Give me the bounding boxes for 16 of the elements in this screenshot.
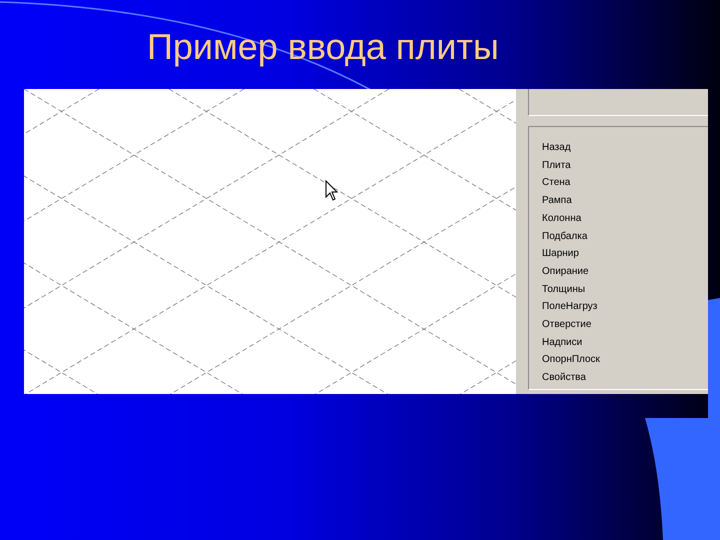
- slide-title: Пример ввода плиты: [146, 25, 500, 69]
- menu-item[interactable]: Шарнир: [542, 245, 579, 263]
- menu-item[interactable]: Надписи: [542, 334, 582, 352]
- menu-item[interactable]: Рампа: [542, 192, 572, 210]
- menu-item[interactable]: Толщины: [542, 280, 586, 298]
- menu-item[interactable]: Свойства: [542, 369, 586, 387]
- mouse-pointer-icon: [326, 180, 338, 201]
- menu-item[interactable]: Опирание: [542, 262, 589, 281]
- menu-item[interactable]: ОпорнПлоск: [542, 351, 600, 370]
- menu-item[interactable]: Назад: [542, 139, 571, 157]
- menu-item[interactable]: ПолеНагруз: [542, 298, 598, 316]
- menu-item[interactable]: Подбалка: [542, 228, 588, 246]
- menu-item[interactable]: Стена: [542, 174, 570, 192]
- menu-item[interactable]: Колонна: [542, 210, 582, 228]
- menu-item[interactable]: Плита: [542, 156, 571, 174]
- menu-item[interactable]: Отверстие: [542, 316, 592, 334]
